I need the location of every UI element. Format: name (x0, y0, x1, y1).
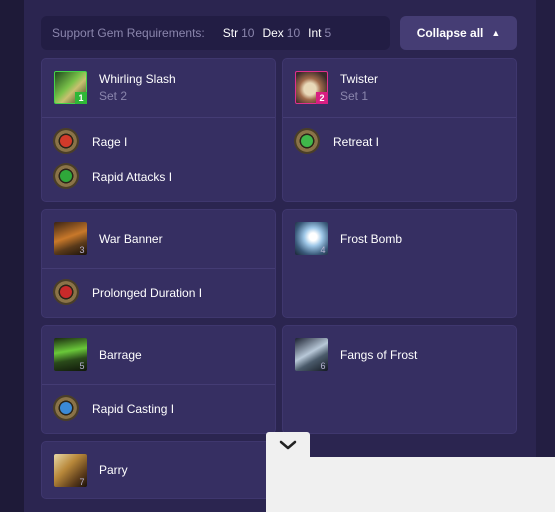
card-divider (42, 268, 275, 269)
skill-name: Parry (99, 463, 128, 477)
collapse-all-label: Collapse all (416, 26, 484, 40)
prolonged-duration-support-icon (53, 279, 79, 305)
frost-bomb-icon: 4 (295, 222, 328, 255)
skill-card-war-banner[interactable]: 3 War Banner Prolonged Duration I (41, 209, 276, 318)
scroll-strip (536, 0, 555, 512)
support-gem-label[interactable]: Rapid Casting I (92, 402, 174, 416)
whirling-slash-icon: 1 (54, 71, 87, 104)
fangs-of-frost-icon: 6 (295, 338, 328, 371)
requirements-label: Support Gem Requirements: (52, 26, 205, 40)
support-gem-label[interactable]: Prolonged Duration I (92, 286, 202, 300)
str-label: Str (222, 26, 239, 40)
skill-name: Barrage (99, 348, 142, 362)
skill-card-barrage[interactable]: 5 Barrage Rapid Casting I (41, 325, 276, 434)
skill-slot-badge: 6 (320, 361, 326, 371)
skill-card-twister[interactable]: 2 Twister Set 1 Retreat I (282, 58, 517, 202)
skill-card-parry[interactable]: 7 Parry (41, 441, 276, 499)
skill-slot-badge: 3 (79, 245, 85, 255)
int-value: 5 (324, 26, 332, 40)
caret-up-icon: ▲ (491, 28, 501, 38)
str-value: 10 (241, 26, 255, 40)
skill-set: Set 1 (340, 89, 369, 103)
support-gem-label[interactable]: Rage I (92, 135, 127, 149)
skill-name: Twister (340, 72, 379, 86)
rapid-attacks-support-icon (53, 163, 79, 189)
chevron-down-icon (279, 440, 297, 450)
retreat-support-icon (294, 128, 320, 154)
dex-value: 10 (286, 26, 301, 40)
war-banner-icon: 3 (54, 222, 87, 255)
overlay-panel (266, 457, 555, 512)
skill-card-whirling-slash[interactable]: 1 Whirling Slash Set 2 Rage I Rapid Atta… (41, 58, 276, 202)
support-gem-requirements: Support Gem Requirements: Str 10 Dex 10 … (41, 16, 390, 50)
skill-card-frost-bomb[interactable]: 4 Frost Bomb (282, 209, 517, 318)
skill-name: Fangs of Frost (340, 348, 418, 362)
card-divider (42, 117, 275, 118)
barrage-icon: 5 (54, 338, 87, 371)
rapid-casting-support-icon (53, 395, 79, 421)
skill-slot-badge: 7 (79, 477, 85, 487)
support-gem-label[interactable]: Retreat I (333, 135, 379, 149)
dex-label: Dex (262, 26, 284, 40)
rage-support-icon (53, 128, 79, 154)
skill-name: Whirling Slash (99, 72, 176, 86)
skill-card-fangs-of-frost[interactable]: 6 Fangs of Frost (282, 325, 517, 434)
card-divider (42, 384, 275, 385)
skill-name: Frost Bomb (340, 232, 403, 246)
skill-slot-badge: 2 (316, 92, 328, 104)
support-gem-label[interactable]: Rapid Attacks I (92, 170, 172, 184)
parry-icon: 7 (54, 454, 87, 487)
skill-name: War Banner (99, 232, 163, 246)
expand-toggle[interactable] (266, 432, 310, 458)
skill-slot-badge: 5 (79, 361, 85, 371)
collapse-all-button[interactable]: Collapse all ▲ (400, 16, 517, 50)
skill-slot-badge: 4 (320, 245, 326, 255)
skill-slot-badge: 1 (75, 92, 87, 104)
skill-set: Set 2 (99, 89, 128, 103)
card-divider (283, 117, 516, 118)
int-label: Int (308, 26, 322, 40)
twister-icon: 2 (295, 71, 328, 104)
